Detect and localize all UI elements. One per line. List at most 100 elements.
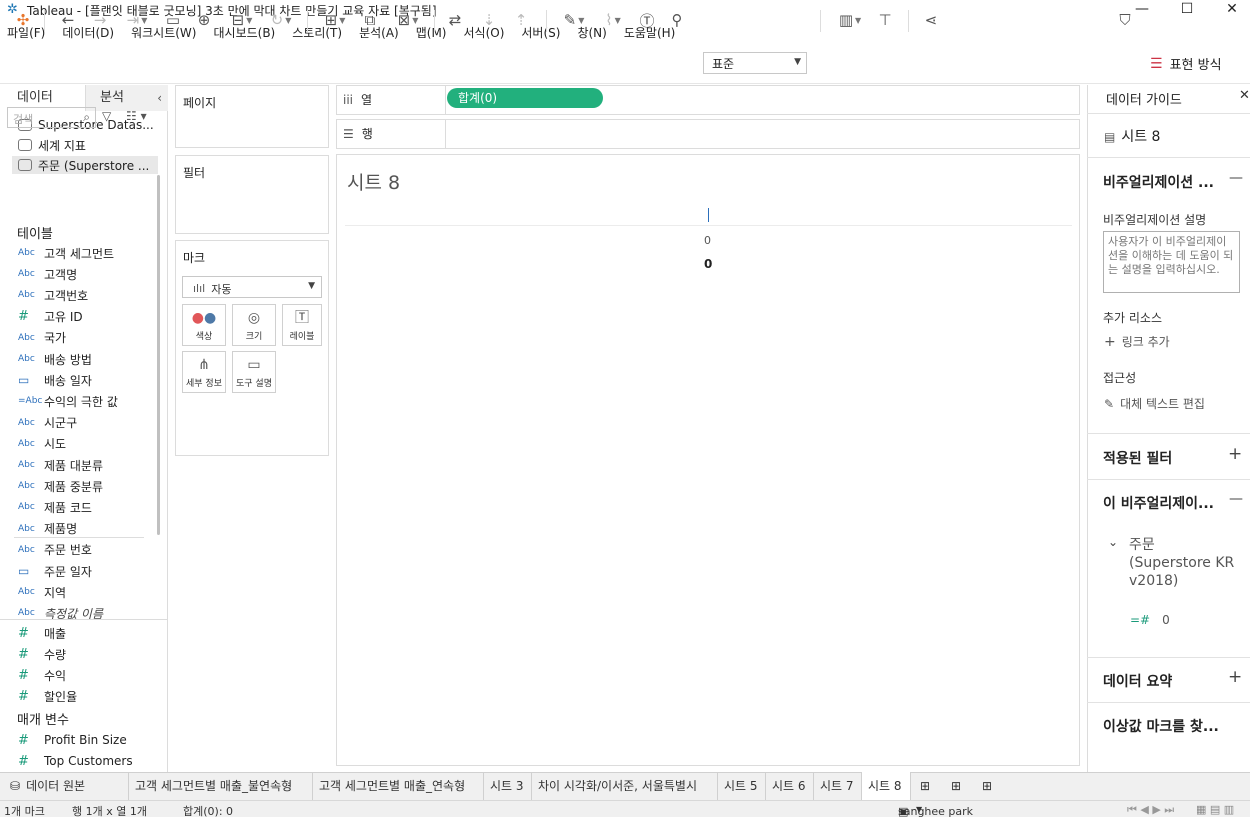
sort-descending-icon[interactable]: ⇡ [510,8,532,32]
bar-mark[interactable] [708,208,709,222]
edit-alt-text-button[interactable]: ✎ 대체 텍스트 편집 [1104,395,1205,412]
field-item[interactable]: Abc 국가 [18,328,66,348]
guide-source-line: 주문 [1129,537,1155,553]
datasource-item-selected[interactable]: 주문 (Superstore ... [12,156,158,174]
undo-icon[interactable]: ← [57,8,79,32]
field-item[interactable]: Abc 제품 코드 [18,497,92,517]
swap-axes-icon[interactable]: ⇄ [444,8,466,32]
collapse-this-viz-icon[interactable]: — [1229,491,1243,507]
show-cards-icon[interactable]: ▥ ▼ [832,8,868,32]
field-item[interactable]: Abc 배송 방법 [18,349,92,369]
column-pill[interactable]: 합계(0) [447,88,603,108]
sheet-view-icons[interactable]: ▦ ▤ ▥ [1196,803,1234,816]
collapse-pane-icon[interactable]: ‹ [157,85,162,111]
duplicate-sheet-icon[interactable]: ⧉ [359,8,381,32]
sheet-tab[interactable]: 시트 6 [766,772,814,800]
guide-field-item[interactable]: =# 0 [1130,613,1170,627]
close-guide-icon[interactable]: ✕ [1239,88,1250,103]
new-dashboard-tab-icon[interactable]: ⊞ [945,772,973,800]
data-pane-scrollbar[interactable] [157,175,160,535]
fit-select-value: 표준 [712,57,735,71]
expand-filters-icon[interactable]: + [1228,444,1242,464]
redo-icon[interactable]: → [89,8,111,32]
replay-icon[interactable]: ⇥ ▼ [119,8,155,32]
field-item[interactable]: Abc 고객번호 [18,285,88,305]
sheet-tab[interactable]: 시트 7 [814,772,862,800]
maximize-button[interactable]: ☐ [1167,0,1207,20]
group-members-icon[interactable]: ⌇ ▼ [595,8,631,32]
filters-card[interactable]: 필터 [175,155,329,234]
sheet-tab[interactable]: 고객 세그먼트별 매출_연속형 [313,772,484,800]
field-item[interactable]: Abc 시도 [18,434,66,454]
datasource-item[interactable]: 세계 지표 [18,136,160,154]
pages-card[interactable]: 페이지 [175,85,329,148]
color-mark-button[interactable]: ●● 색상 [182,304,226,346]
save-icon[interactable]: ▭ [162,8,184,32]
field-item[interactable]: Abc 제품 중분류 [18,476,103,496]
pause-updates-icon[interactable]: ⊟ ▼ [224,8,260,32]
measure-item[interactable]: # 수량 [18,644,66,664]
field-item[interactable]: Abc 주문 번호 [18,540,92,560]
label-mark-button[interactable]: 🅃 레이블 [282,304,322,346]
detail-mark-button[interactable]: ⋔ 세부 정보 [182,351,226,393]
toolbar-separator [44,10,45,32]
collapse-section-icon[interactable]: — [1229,170,1243,186]
measure-item[interactable]: # 수익 [18,665,66,685]
sheet-tab-active[interactable]: 시트 8 [862,772,911,800]
sheet-tab[interactable]: 고객 세그먼트별 매출_불연속형 [129,772,313,800]
refresh-icon[interactable]: ↻ ▼ [263,8,299,32]
field-item[interactable]: # 고유 ID [18,307,83,327]
new-worksheet-tab-icon[interactable]: ⊞ [914,772,942,800]
field-item[interactable]: =Abc 수익의 극한 값 [18,391,118,411]
sheet-tab[interactable]: 차이 시각화/이서준, 서울특별시 [532,772,718,800]
new-story-tab-icon[interactable]: ⊞ [976,772,1004,800]
highlight-icon[interactable]: ✎ ▼ [556,8,592,32]
param-item[interactable]: # Profit Bin Size [18,730,127,750]
tab-analysis[interactable]: 분석 ‹ [86,85,168,111]
tooltip-icon: ▭ [247,357,261,373]
field-item[interactable]: Abc 고객 세그먼트 [18,243,114,263]
presentation-mode-icon[interactable]: ⊤ [874,8,896,32]
field-item[interactable]: Abc 고객명 [18,264,77,284]
field-item[interactable]: Abc 측정값 이름 [18,603,103,623]
field-item[interactable]: Abc 제품 대분류 [18,455,103,475]
fit-select[interactable]: 표준 ▼ [703,52,807,74]
expand-summary-icon[interactable]: + [1228,667,1242,687]
pin-icon[interactable]: ⚲ [666,8,688,32]
rows-shelf[interactable]: ☰ 행 [336,119,1080,149]
field-item[interactable]: Abc 시군구 [18,413,77,433]
tab-data-source[interactable]: ⛁ 데이터 원본 [0,772,129,800]
viz-description-input[interactable]: 사용자가 이 비주얼리제이션을 이해하는 데 도움이 되는 설명을 입력하십시오… [1103,231,1240,293]
sort-ascending-icon[interactable]: ⇣ [478,8,500,32]
filter-icon[interactable]: ▽ [102,109,111,123]
view-options-icon[interactable]: ☷ ▾ [126,109,147,123]
tableau-home-icon[interactable]: ✣ [12,8,34,32]
size-mark-button[interactable]: ◎ 크기 [232,304,276,346]
sheet-nav-icons[interactable]: ⏮ ◀ ▶ ⏭ [1127,803,1174,817]
add-link-button[interactable]: + 링크 추가 [1104,333,1170,350]
field-item[interactable]: Abc 제품명 [18,519,77,539]
chevron-down-icon[interactable]: ⌄ [1108,535,1118,549]
new-worksheet-icon[interactable]: ⊞ ▼ [317,8,353,32]
close-window-button[interactable]: ✕ [1212,0,1250,20]
sheet-tab[interactable]: 시트 3 [484,772,532,800]
tooltip-mark-button[interactable]: ▭ 도구 설명 [232,351,276,393]
show-me-button[interactable]: ☰ 표현 방식 [1150,54,1222,74]
sheet-tab[interactable]: 시트 5 [718,772,766,800]
measure-item[interactable]: # 할인율 [18,687,77,707]
field-item[interactable]: Abc 지역 [18,582,66,602]
number-type-icon: # [18,667,29,683]
field-item[interactable]: ▭ 배송 일자 [18,370,92,390]
param-item[interactable]: # Top Customers [18,751,133,771]
share-icon[interactable]: ⋖ [920,8,942,32]
mark-type-select[interactable]: ılıl 자동 ▼ [182,276,322,298]
search-input[interactable]: 검색 ⌕ [7,107,96,128]
param-label: Profit Bin Size [44,733,127,747]
field-label: 제품 중분류 [44,479,104,494]
new-datasource-icon[interactable]: ⊕ [193,8,215,32]
show-mark-labels-icon[interactable]: Ⓣ [636,8,658,32]
field-item[interactable]: ▭ 주문 일자 [18,561,92,581]
data-guide-toggle-icon[interactable]: ⛉ [1114,8,1136,32]
clear-sheet-icon[interactable]: ⊠ ▼ [390,8,426,32]
measure-item[interactable]: # 매출 [18,623,66,643]
